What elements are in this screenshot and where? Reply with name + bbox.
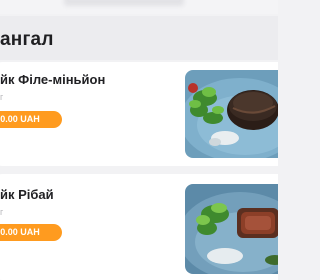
top-bar (0, 0, 278, 14)
menu-item-card[interactable]: йк Рібай г 0.00 UAH (0, 174, 278, 280)
dish-weight: г (0, 92, 4, 102)
top-title-blurred (64, 0, 184, 6)
category-title: ангал (0, 29, 54, 50)
price-button[interactable]: 0.00 UAH (0, 111, 62, 128)
dish-photo (185, 184, 278, 274)
dish-weight: г (0, 207, 4, 217)
dish-photo (185, 70, 278, 158)
menu-screen: ангал йк Філе-міньйон г 0.00 UAH йк Ріба… (0, 0, 278, 280)
dish-name: йк Філе-міньйон (0, 72, 106, 87)
menu-item-card[interactable]: йк Філе-міньйон г 0.00 UAH (0, 62, 278, 166)
price-button[interactable]: 0.00 UAH (0, 224, 62, 241)
dish-name: йк Рібай (0, 187, 54, 202)
